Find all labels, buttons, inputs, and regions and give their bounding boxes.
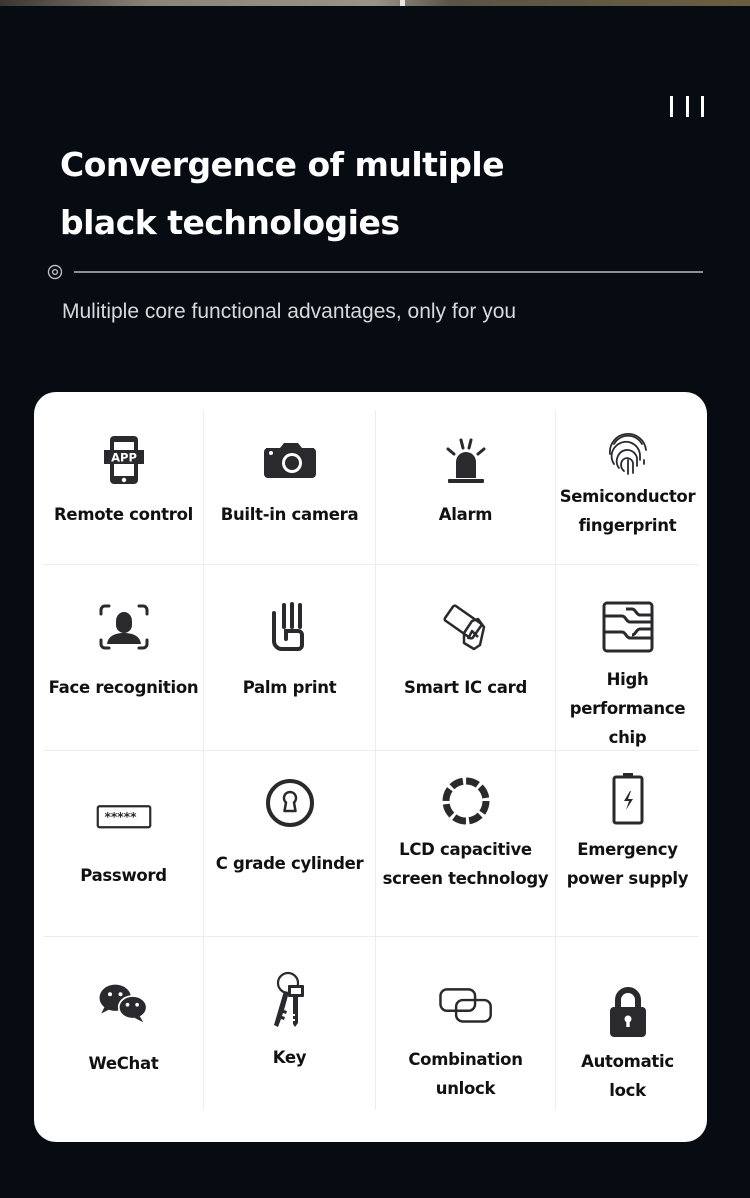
title-line-2: black technologies xyxy=(60,203,400,242)
fingerprint-icon xyxy=(600,424,656,480)
chip-icon xyxy=(600,599,656,655)
feature-wechat: WeChat xyxy=(44,937,204,1110)
feature-smart-ic-card: Smart IC card xyxy=(376,565,556,751)
target-circle-icon xyxy=(47,264,63,280)
feature-label: Palm print xyxy=(242,678,337,697)
feature-label: Password xyxy=(80,866,167,885)
feature-key: Key xyxy=(204,937,376,1110)
feature-label: Semiconductor fingerprint xyxy=(559,487,696,535)
divider-line xyxy=(74,271,703,273)
feature-label: Automatic lock xyxy=(581,1052,674,1100)
feature-label: High performance chip xyxy=(569,670,686,747)
feature-built-in-camera: Built-in camera xyxy=(204,410,376,565)
feature-label: Alarm xyxy=(438,505,493,524)
app-phone-icon: APP xyxy=(96,432,152,488)
battery-charge-icon xyxy=(600,771,656,827)
feature-label: Key xyxy=(272,1048,307,1067)
keys-icon xyxy=(262,969,318,1035)
feature-label: Emergency power supply xyxy=(566,840,689,888)
wechat-icon xyxy=(96,975,152,1031)
padlock-icon xyxy=(600,983,656,1041)
feature-c-grade-cylinder: C grade cylinder xyxy=(204,751,376,937)
features-grid: APP Remote control Built-in camera Alarm… xyxy=(44,410,699,1110)
feature-label: WeChat xyxy=(88,1054,159,1073)
feature-label: Built-in camera xyxy=(220,505,359,524)
subtitle: Mulitiple core functional advantages, on… xyxy=(62,300,517,323)
svg-text:*****: ***** xyxy=(104,810,137,824)
feature-high-performance-chip: High performance chip xyxy=(556,565,699,751)
feature-semiconductor-fingerprint: Semiconductor fingerprint xyxy=(556,410,699,565)
feature-combination-unlock: Combination unlock xyxy=(376,937,556,1110)
strip-notch xyxy=(400,0,405,6)
keyhole-cylinder-icon xyxy=(262,775,318,831)
features-card: APP Remote control Built-in camera Alarm… xyxy=(34,392,707,1142)
feature-face-recognition: Face recognition xyxy=(44,565,204,751)
feature-label: Smart IC card xyxy=(404,678,527,697)
feature-lcd-capacitive: LCD capacitive screen technology xyxy=(376,751,556,937)
feature-label: Remote control xyxy=(54,505,193,524)
feature-label: LCD capacitive screen technology xyxy=(382,840,549,888)
ic-card-hand-icon xyxy=(438,599,494,655)
top-image-strip xyxy=(0,0,750,6)
feature-automatic-lock: Automatic lock xyxy=(556,937,699,1110)
face-scan-icon xyxy=(96,599,152,655)
three-bars-icon xyxy=(670,96,704,118)
dashed-circle-icon xyxy=(438,773,494,829)
feature-palm-print: Palm print xyxy=(204,565,376,751)
page-title: Convergence of multiple black technologi… xyxy=(60,136,505,252)
feature-remote-control: APP Remote control xyxy=(44,410,204,565)
feature-emergency-power: Emergency power supply xyxy=(556,751,699,937)
svg-text:APP: APP xyxy=(111,451,137,465)
title-line-1: Convergence of multiple xyxy=(60,145,505,184)
feature-label: C grade cylinder xyxy=(215,854,364,873)
header-divider xyxy=(47,264,703,280)
password-field-icon: ***** xyxy=(96,787,152,843)
camera-icon xyxy=(262,432,318,488)
palm-icon xyxy=(262,599,318,655)
feature-label: Combination unlock xyxy=(408,1050,523,1098)
feature-alarm: Alarm xyxy=(376,410,556,565)
feature-label: Face recognition xyxy=(48,678,199,697)
combination-rings-icon xyxy=(438,983,494,1027)
feature-password: ***** Password xyxy=(44,751,204,937)
alarm-siren-icon xyxy=(438,432,494,488)
